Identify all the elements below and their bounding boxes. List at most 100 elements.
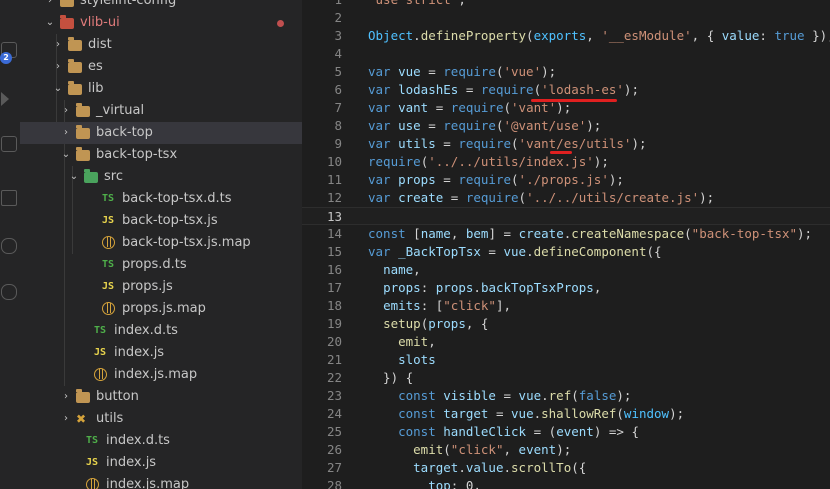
code-text[interactable]: var vue = require('vue');: [368, 63, 556, 81]
tree-item-label: lib: [88, 81, 104, 96]
code-line[interactable]: 27 target.value.scrollTo({: [302, 459, 830, 477]
code-editor[interactable]: 1'use strict';23Object.defineProperty(ex…: [302, 0, 830, 489]
code-text[interactable]: name,: [368, 261, 421, 279]
code-text[interactable]: var use = require('@vant/use');: [368, 117, 601, 135]
tree-item-label: back-top-tsx.js.map: [122, 235, 251, 250]
chevron-down-icon[interactable]: ⌄: [60, 149, 72, 161]
tree-item[interactable]: TS props.d.ts: [20, 254, 302, 276]
chevron-down-icon[interactable]: ⌄: [68, 171, 80, 183]
tree-item[interactable]: › button: [20, 386, 302, 408]
code-text[interactable]: const visible = vue.ref(false);: [368, 387, 631, 405]
extensions-icon[interactable]: [1, 136, 17, 152]
tree-item[interactable]: JS index.js: [20, 342, 302, 364]
tree-item[interactable]: index.js.map: [20, 474, 302, 489]
code-line[interactable]: 14 const [name, bem] = create.createNames…: [302, 225, 830, 243]
code-line[interactable]: 6 var lodashEs = require('lodash-es');: [302, 81, 830, 99]
chevron-right-icon[interactable]: ›: [52, 39, 64, 51]
folder-icon: [76, 103, 90, 117]
tree-item[interactable]: ⌄ back-top-tsx: [20, 144, 302, 166]
chevron-right-icon[interactable]: ›: [52, 61, 64, 73]
code-text[interactable]: var _BackTopTsx = vue.defineComponent({: [368, 243, 662, 261]
tree-item-label: index.d.ts: [106, 433, 170, 448]
chevron-right-icon[interactable]: ›: [60, 105, 72, 117]
code-text[interactable]: 'use strict';: [368, 0, 466, 9]
tree-item-label: back-top-tsx.d.ts: [122, 191, 232, 206]
code-text[interactable]: const [name, bem] = create.createNamespa…: [368, 225, 812, 243]
code-text[interactable]: Object.defineProperty(exports, '__esModu…: [368, 27, 830, 45]
code-line[interactable]: 11 var props = require('./props.js');: [302, 171, 830, 189]
code-line[interactable]: 19 setup(props, {: [302, 315, 830, 333]
folder-icon: [60, 0, 74, 7]
tree-item[interactable]: index.js.map: [20, 364, 302, 386]
code-line[interactable]: 5 var vue = require('vue');: [302, 63, 830, 81]
code-text[interactable]: }) {: [368, 369, 413, 387]
tree-item[interactable]: › dist: [20, 34, 302, 56]
chevron-down-icon[interactable]: ⌄: [44, 17, 56, 29]
code-line[interactable]: 20 emit,: [302, 333, 830, 351]
tree-item-label: _virtual: [96, 103, 145, 118]
tree-item[interactable]: props.js.map: [20, 298, 302, 320]
code-text[interactable]: const target = vue.shallowRef(window);: [368, 405, 684, 423]
code-text[interactable]: emit,: [368, 333, 436, 351]
code-line[interactable]: 16 name,: [302, 261, 830, 279]
tree-item[interactable]: back-top-tsx.js.map: [20, 232, 302, 254]
code-line[interactable]: 4: [302, 45, 830, 63]
code-text[interactable]: emits: ["click"],: [368, 297, 511, 315]
tree-item[interactable]: JS props.js: [20, 276, 302, 298]
tree-item[interactable]: TS back-top-tsx.d.ts: [20, 188, 302, 210]
testing-icon[interactable]: [1, 190, 17, 206]
code-line[interactable]: 26 emit("click", event);: [302, 441, 830, 459]
tree-item[interactable]: JS back-top-tsx.js: [20, 210, 302, 232]
tree-item[interactable]: ⌄ lib: [20, 78, 302, 100]
code-line[interactable]: 13: [302, 207, 830, 225]
code-line[interactable]: 12 var create = require('../../utils/crea…: [302, 189, 830, 207]
code-text[interactable]: props: props.backTopTsxProps,: [368, 279, 601, 297]
code-text[interactable]: slots: [368, 351, 436, 369]
tree-item[interactable]: › _virtual: [20, 100, 302, 122]
chevron-down-icon[interactable]: ⌄: [52, 83, 64, 95]
code-line[interactable]: 28 top: 0,: [302, 477, 830, 489]
code-text[interactable]: top: 0,: [368, 477, 481, 489]
line-number: 25: [326, 424, 342, 439]
run-debug-icon[interactable]: [1, 92, 9, 106]
code-text[interactable]: var lodashEs = require('lodash-es');: [368, 81, 639, 99]
tree-item[interactable]: ⌄ vlib-ui: [20, 12, 302, 34]
code-text[interactable]: const handleClick = (event) => {: [368, 423, 639, 441]
chevron-right-icon[interactable]: ›: [60, 127, 72, 139]
code-text[interactable]: setup(props, {: [368, 315, 488, 333]
tree-item[interactable]: › back-top: [20, 122, 302, 144]
code-line[interactable]: 3 Object.defineProperty(exports, '__esMod…: [302, 27, 830, 45]
tree-item[interactable]: TS index.d.ts: [20, 320, 302, 342]
chevron-right-icon[interactable]: ›: [44, 0, 56, 7]
code-line[interactable]: 21 slots: [302, 351, 830, 369]
github-icon[interactable]: [1, 284, 17, 300]
tree-item[interactable]: › ✖ utils: [20, 408, 302, 430]
tree-item[interactable]: › es: [20, 56, 302, 78]
code-text[interactable]: var props = require('./props.js');: [368, 171, 624, 189]
code-line[interactable]: 10 require('../../utils/index.js');: [302, 153, 830, 171]
code-text[interactable]: var utils = require('vant/es/utils');: [368, 135, 647, 153]
code-line[interactable]: 23 const visible = vue.ref(false);: [302, 387, 830, 405]
tree-item[interactable]: ⌄ src: [20, 166, 302, 188]
code-line[interactable]: 24 const target = vue.shallowRef(window)…: [302, 405, 830, 423]
line-number: 28: [326, 478, 342, 489]
remote-explorer-icon[interactable]: [1, 238, 17, 254]
folder-open-icon: [76, 147, 90, 161]
tree-item[interactable]: TS index.d.ts: [20, 430, 302, 452]
code-line[interactable]: 22 }) {: [302, 369, 830, 387]
code-text[interactable]: var create = require('../../utils/create…: [368, 189, 714, 207]
tree-item[interactable]: JS index.js: [20, 452, 302, 474]
chevron-right-icon[interactable]: ›: [60, 413, 72, 425]
code-text[interactable]: require('../../utils/index.js');: [368, 153, 609, 171]
code-line[interactable]: 18 emits: ["click"],: [302, 297, 830, 315]
code-text[interactable]: emit("click", event);: [368, 441, 571, 459]
code-line[interactable]: 1 'use strict';: [302, 0, 830, 9]
code-line[interactable]: 2: [302, 9, 830, 27]
chevron-right-icon[interactable]: ›: [60, 391, 72, 403]
code-line[interactable]: 25 const handleClick = (event) => {: [302, 423, 830, 441]
code-line[interactable]: 8 var use = require('@vant/use');: [302, 117, 830, 135]
code-line[interactable]: 17 props: props.backTopTsxProps,: [302, 279, 830, 297]
code-text[interactable]: target.value.scrollTo({: [368, 459, 586, 477]
tree-item[interactable]: › stylelint-config: [20, 0, 302, 12]
code-line[interactable]: 15 var _BackTopTsx = vue.defineComponent(…: [302, 243, 830, 261]
